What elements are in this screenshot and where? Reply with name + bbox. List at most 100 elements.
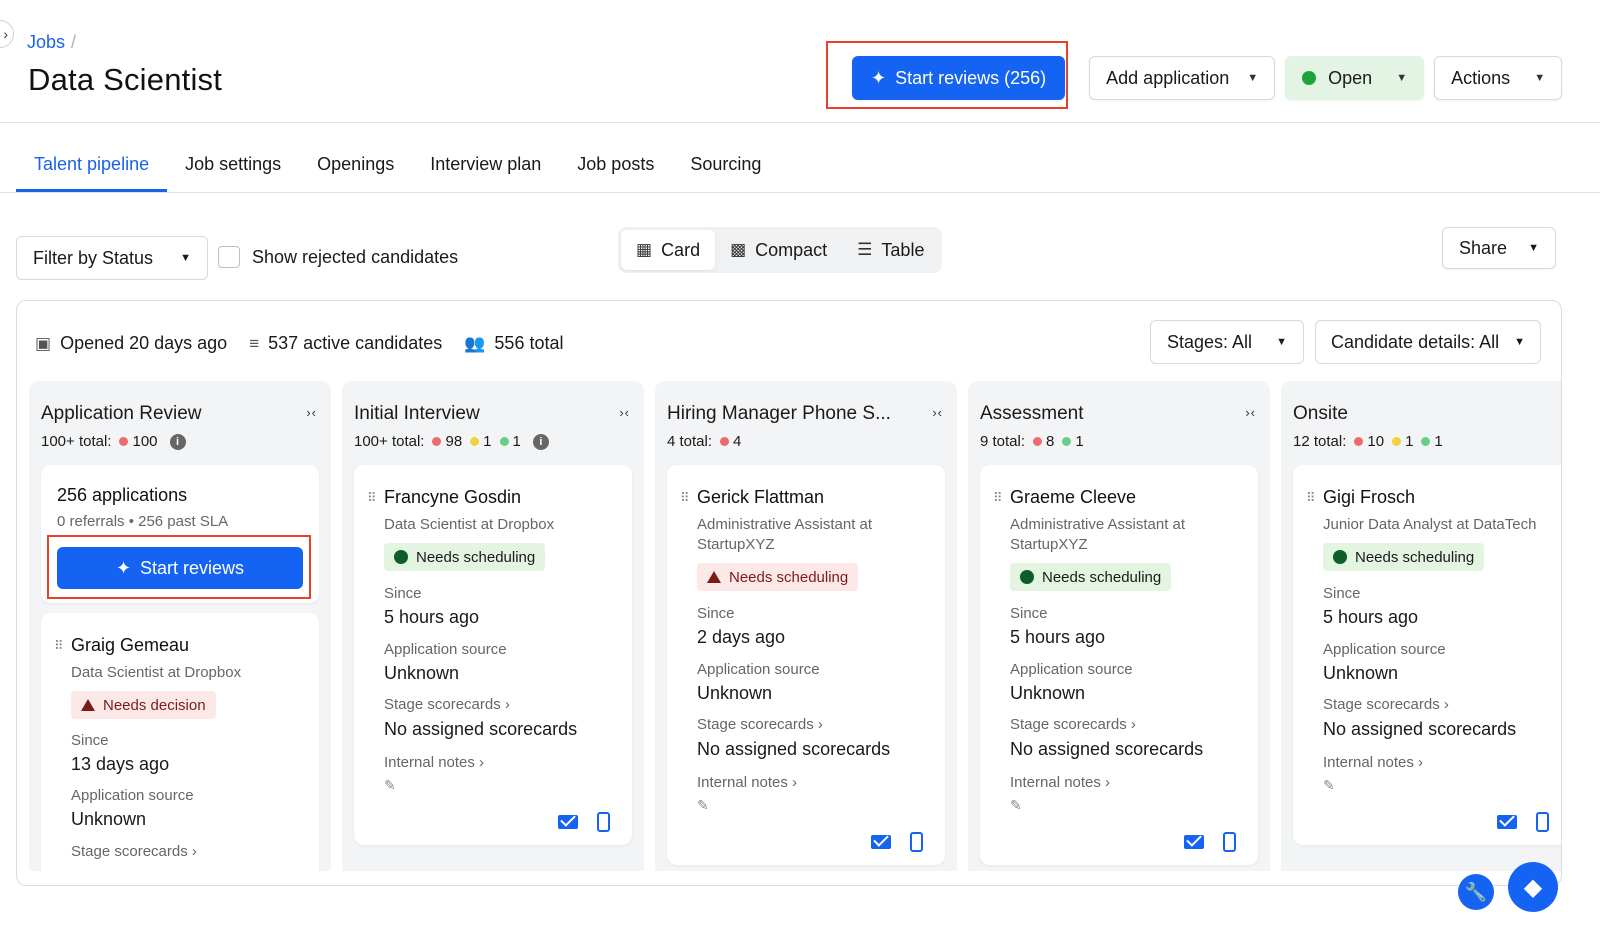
drag-handle-icon[interactable]: ⠿ (54, 638, 63, 654)
wrench-icon[interactable]: 🔧 (1458, 874, 1494, 910)
stage-total: 100+ total: (41, 433, 112, 450)
status-badge-text: Needs scheduling (1042, 568, 1162, 586)
tab-sourcing[interactable]: Sourcing (672, 140, 779, 191)
filter-icon: ≡ (249, 333, 260, 353)
page-title: Data Scientist (28, 62, 223, 97)
stage-column-onsite: Onsite › 12 total: 10 1 1 ⠿ Gigi Frosch … (1281, 381, 1561, 871)
calendar-icon: ▣ (35, 333, 52, 353)
candidate-card[interactable]: ⠿ Graig Gemeau Data Scientist at Dropbox… (41, 613, 319, 871)
phone-icon[interactable] (910, 832, 923, 852)
share-button[interactable]: Share ▼ (1442, 227, 1556, 269)
tabs-divider (0, 192, 1600, 193)
list-icon: ☰ (857, 240, 873, 259)
stage-column-application-review: Application Review ›‹ 100+ total: 100 i … (29, 381, 331, 871)
collapse-icon[interactable]: ›‹ (306, 405, 317, 420)
chevron-right-icon: › (3, 26, 8, 42)
tab-openings[interactable]: Openings (299, 140, 412, 191)
tab-interview-plan[interactable]: Interview plan (412, 140, 559, 191)
count-red: 10 (1367, 433, 1385, 450)
status-badge: Needs scheduling (1323, 543, 1485, 571)
actions-label: Actions (1451, 67, 1511, 88)
candidate-card[interactable]: ⠿ Gerick Flattman Administrative Assista… (667, 465, 945, 865)
breadcrumb-jobs-link[interactable]: Jobs (27, 32, 65, 52)
status-badge: Needs decision (71, 691, 216, 719)
candidate-name[interactable]: Francyne Gosdin (384, 487, 521, 508)
notes-link[interactable]: Internal notes › (1323, 754, 1423, 771)
tab-job-settings[interactable]: Job settings (167, 140, 299, 191)
show-rejected-label[interactable]: Show rejected candidates (252, 247, 458, 268)
green-dot-icon (1062, 437, 1072, 446)
candidate-name[interactable]: Graig Gemeau (71, 635, 189, 656)
green-dot-icon (499, 437, 509, 446)
candidate-name[interactable]: Gigi Frosch (1323, 487, 1415, 508)
scorecards-link[interactable]: Stage scorecards › (384, 696, 510, 713)
collapse-icon[interactable]: ›‹ (1245, 405, 1256, 420)
candidate-name[interactable]: Gerick Flattman (697, 487, 824, 508)
notes-link[interactable]: Internal notes › (697, 774, 797, 791)
edit-note-icon[interactable]: ✎ (1323, 777, 1335, 794)
notes-link[interactable]: Internal notes › (384, 754, 484, 771)
applications-count: 256 applications (57, 485, 188, 505)
status-badge: Needs scheduling (697, 563, 859, 591)
drag-handle-icon[interactable]: ⠿ (367, 490, 376, 506)
stages-filter-dropdown[interactable]: Stages: All ▼ (1150, 320, 1304, 364)
mail-icon[interactable] (558, 815, 578, 829)
compact-grid-icon: ▩ (730, 240, 747, 259)
candidate-card[interactable]: ⠿ Gigi Frosch Junior Data Analyst at Dat… (1293, 465, 1561, 845)
count-red: 98 (445, 433, 463, 450)
phone-icon[interactable] (597, 812, 610, 832)
stage-title: Assessment (980, 403, 1084, 424)
filter-by-status-dropdown[interactable]: Filter by Status ▼ (16, 236, 208, 280)
scorecards-link[interactable]: Stage scorecards › (1323, 696, 1449, 713)
caret-down-icon: ▼ (1534, 72, 1546, 84)
job-status-button[interactable]: Open ▼ (1285, 56, 1425, 100)
count-green: 1 (1434, 433, 1443, 450)
collapse-icon[interactable]: ›‹ (932, 405, 943, 420)
candidate-details-dropdown[interactable]: Candidate details: All ▼ (1315, 320, 1541, 364)
phone-icon[interactable] (1223, 832, 1236, 852)
count-red: 4 (733, 433, 742, 450)
sidebar-toggle-button[interactable]: › (0, 20, 14, 48)
view-compact-button[interactable]: ▩ Compact (715, 230, 842, 270)
info-icon[interactable]: i (169, 433, 186, 450)
candidate-name[interactable]: Graeme Cleeve (1010, 487, 1136, 508)
source-label: Application source (71, 787, 194, 804)
candidate-card[interactable]: ⠿ Graeme Cleeve Administrative Assistant… (980, 465, 1258, 865)
red-dot-icon (1354, 437, 1364, 446)
drag-handle-icon[interactable]: ⠿ (680, 490, 689, 506)
stage-total: 100+ total: (354, 433, 425, 450)
edit-note-icon[interactable]: ✎ (384, 777, 396, 794)
view-table-button[interactable]: ☰ Table (842, 230, 939, 270)
drag-handle-icon[interactable]: ⠿ (1306, 490, 1315, 506)
candidate-card[interactable]: ⠿ Francyne Gosdin Data Scientist at Drop… (354, 465, 632, 845)
info-icon[interactable]: i (532, 433, 549, 450)
tab-talent-pipeline[interactable]: Talent pipeline (16, 140, 168, 192)
mail-icon[interactable] (1184, 835, 1204, 849)
collapse-icon[interactable]: ›‹ (619, 405, 630, 420)
mail-icon[interactable] (1497, 815, 1517, 829)
total-stat-text: 556 total (494, 333, 564, 353)
view-toggle: ▦ Card ▩ Compact ☰ Table (618, 227, 943, 273)
stage-counts: 4 total: 4 (667, 433, 741, 450)
scorecards-link[interactable]: Stage scorecards › (697, 716, 823, 733)
diamond-icon[interactable]: ◆ (1508, 862, 1558, 912)
status-dot-icon (394, 550, 408, 564)
source-value: Unknown (1010, 683, 1086, 703)
mail-icon[interactable] (871, 835, 891, 849)
notes-link[interactable]: Internal notes › (1010, 774, 1110, 791)
grid-icon: ▦ (636, 240, 653, 259)
header-divider (0, 122, 1600, 123)
drag-handle-icon[interactable]: ⠿ (993, 490, 1002, 506)
view-card-button[interactable]: ▦ Card (621, 230, 716, 270)
job-stats: ▣ Opened 20 days ago ≡ 537 active candidat… (35, 333, 563, 354)
tab-job-posts[interactable]: Job posts (559, 140, 672, 191)
scorecards-link[interactable]: Stage scorecards › (1010, 716, 1136, 733)
add-application-button[interactable]: Add application ▼ (1089, 56, 1276, 100)
phone-icon[interactable] (1536, 812, 1549, 832)
scorecards-link[interactable]: Stage scorecards › (71, 843, 197, 860)
actions-button[interactable]: Actions ▼ (1434, 56, 1563, 100)
show-rejected-checkbox[interactable] (218, 246, 240, 268)
source-value: Unknown (71, 809, 147, 829)
edit-note-icon[interactable]: ✎ (1010, 797, 1022, 814)
edit-note-icon[interactable]: ✎ (697, 797, 709, 814)
